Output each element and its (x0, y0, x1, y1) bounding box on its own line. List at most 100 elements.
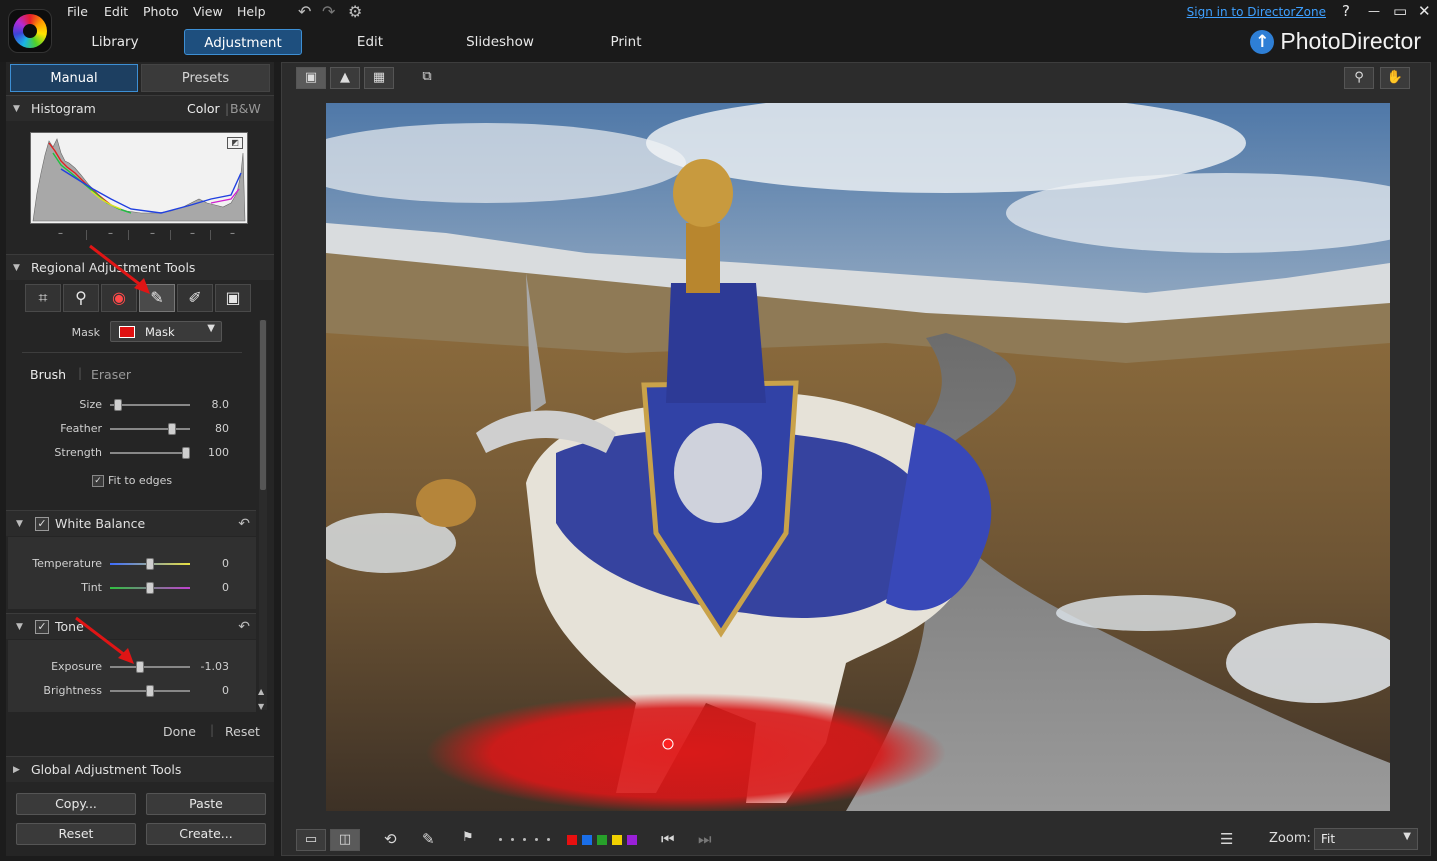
size-value[interactable]: 8.0 (199, 398, 230, 411)
color-label-chip[interactable] (582, 835, 592, 845)
adjustment-brush-tool-icon[interactable]: ✎ (139, 284, 175, 312)
tab-manual[interactable]: Manual (10, 64, 138, 92)
menu-file[interactable]: File (67, 4, 88, 19)
menu-help[interactable]: Help (237, 4, 266, 19)
brightness-slider-thumb[interactable] (146, 685, 154, 697)
color-label-chip[interactable] (627, 835, 637, 845)
histogram-bw-toggle[interactable]: B&W (230, 96, 261, 122)
eraser-tab[interactable]: Eraser (91, 367, 131, 382)
size-slider-thumb[interactable] (114, 399, 122, 411)
collapse-triangle-icon[interactable]: ▼ (16, 614, 23, 640)
view-image-icon[interactable]: ▲ (330, 67, 360, 89)
expand-triangle-icon[interactable]: ▶ (13, 757, 20, 783)
menu-photo[interactable]: Photo (143, 4, 179, 19)
collapse-triangle-icon[interactable]: ▼ (13, 96, 20, 122)
help-icon[interactable]: ? (1342, 2, 1350, 20)
pan-hand-icon[interactable]: ✋ (1380, 67, 1410, 89)
view-grid-icon[interactable]: ▦ (364, 67, 394, 89)
white-balance-checkbox[interactable]: ✓ (35, 517, 49, 531)
photo-canvas[interactable] (326, 103, 1390, 811)
done-button[interactable]: Done (163, 724, 196, 739)
collapse-triangle-icon[interactable]: ▼ (13, 255, 20, 281)
rating-dot[interactable] (511, 838, 514, 841)
white-balance-header[interactable]: ▼ ✓ White Balance ↶ (6, 510, 256, 536)
brush-tab[interactable]: Brush (30, 367, 66, 382)
collapse-triangle-icon[interactable]: ▼ (16, 511, 23, 537)
paste-button[interactable]: Paste (146, 793, 266, 815)
feather-value[interactable]: 80 (199, 422, 229, 435)
previous-photo-icon[interactable]: ⏮ (661, 830, 675, 848)
feather-slider-track[interactable] (110, 428, 190, 430)
strength-slider-track[interactable] (110, 452, 190, 454)
spot-removal-tool-icon[interactable]: ⚲ (63, 284, 99, 312)
red-eye-tool-icon[interactable]: ◉ (101, 284, 137, 312)
sign-in-directorzone-link[interactable]: Sign in to DirectorZone (1187, 5, 1326, 19)
brightness-value[interactable]: 0 (199, 684, 229, 697)
tab-presets[interactable]: Presets (141, 64, 270, 92)
minimize-icon[interactable]: — (1368, 4, 1380, 18)
redo-icon[interactable]: ↷ (322, 2, 335, 21)
rating-dot[interactable] (547, 838, 550, 841)
rating-dot[interactable] (523, 838, 526, 841)
fit-to-edges-checkbox[interactable]: ✓ (92, 475, 104, 487)
close-icon[interactable]: ✕ (1418, 2, 1431, 20)
menu-view[interactable]: View (193, 4, 223, 19)
mask-color-swatch[interactable] (119, 326, 135, 338)
white-balance-reset-icon[interactable]: ↶ (238, 511, 250, 537)
feather-slider-thumb[interactable] (168, 423, 176, 435)
gradient-mask-tool-icon[interactable]: ✐ (177, 284, 213, 312)
scroll-down-icon[interactable]: ▼ (258, 702, 264, 711)
undo-icon[interactable]: ↶ (298, 2, 311, 21)
exposure-slider-thumb[interactable] (136, 661, 144, 673)
tab-slideshow[interactable]: Slideshow (455, 29, 545, 55)
mask-dropdown[interactable]: Mask ▼ (110, 321, 222, 342)
temperature-value[interactable]: 0 (199, 557, 229, 570)
strength-slider-thumb[interactable] (182, 447, 190, 459)
photo-image[interactable] (326, 103, 1390, 811)
histogram-color-toggle[interactable]: Color (187, 96, 220, 122)
exposure-value[interactable]: -1.03 (199, 660, 229, 673)
tone-checkbox[interactable]: ✓ (35, 620, 49, 634)
menu-edit[interactable]: Edit (104, 4, 128, 19)
regional-tools-header[interactable]: ▼ Regional Adjustment Tools (6, 254, 274, 280)
color-label-chip[interactable] (597, 835, 607, 845)
zoom-magnifier-icon[interactable]: ⚲ (1344, 67, 1374, 89)
temperature-slider-thumb[interactable] (146, 558, 154, 570)
strength-value[interactable]: 100 (199, 446, 229, 459)
scrollbar-thumb[interactable] (260, 320, 266, 490)
rotate-icon[interactable]: ⟲ (384, 830, 397, 848)
reset-button[interactable]: Reset (225, 724, 260, 739)
create-preset-button[interactable]: Create... (146, 823, 266, 845)
view-single-icon[interactable]: ▣ (296, 67, 326, 89)
radial-filter-tool-icon[interactable]: ▣ (215, 284, 251, 312)
tint-slider-thumb[interactable] (146, 582, 154, 594)
global-tools-header[interactable]: ▶ Global Adjustment Tools (6, 756, 274, 782)
global-reset-button[interactable]: Reset (16, 823, 136, 845)
copy-button[interactable]: Copy... (16, 793, 136, 815)
compare-view-icon[interactable]: ⧉ (412, 67, 442, 89)
next-photo-icon[interactable]: ⏭ (698, 830, 712, 848)
crop-tool-icon[interactable]: ⌗ (25, 284, 61, 312)
histogram-header[interactable]: ▼ Histogram Color | B&W (6, 95, 274, 121)
rating-dot[interactable] (499, 838, 502, 841)
exposure-slider-track[interactable] (110, 666, 190, 668)
scroll-up-icon[interactable]: ▲ (258, 687, 264, 696)
tab-adjustment[interactable]: Adjustment (184, 29, 302, 55)
tab-edit[interactable]: Edit (340, 29, 400, 55)
edit-pen-icon[interactable]: ✎ (422, 830, 435, 848)
tint-value[interactable]: 0 (199, 581, 229, 594)
panel-scrollbar[interactable] (259, 320, 267, 710)
tone-reset-icon[interactable]: ↶ (238, 614, 250, 640)
clipping-warning-icon[interactable]: ◩ (227, 137, 243, 149)
flag-icon[interactable]: ⚑ (462, 830, 474, 845)
compare-view-icon[interactable]: ◫ (330, 829, 360, 851)
color-label-chip[interactable] (567, 835, 577, 845)
tab-print[interactable]: Print (596, 29, 656, 55)
settings-gear-icon[interactable]: ⚙ (348, 2, 362, 21)
tone-header[interactable]: ▼ ✓ Tone ↶ (6, 613, 256, 639)
zoom-dropdown[interactable]: Fit ▼ (1314, 828, 1418, 850)
tab-library[interactable]: Library (80, 29, 150, 55)
size-slider-track[interactable] (110, 404, 190, 406)
sort-menu-icon[interactable]: ☰ (1220, 830, 1233, 848)
maximize-icon[interactable]: ▭ (1393, 2, 1407, 20)
